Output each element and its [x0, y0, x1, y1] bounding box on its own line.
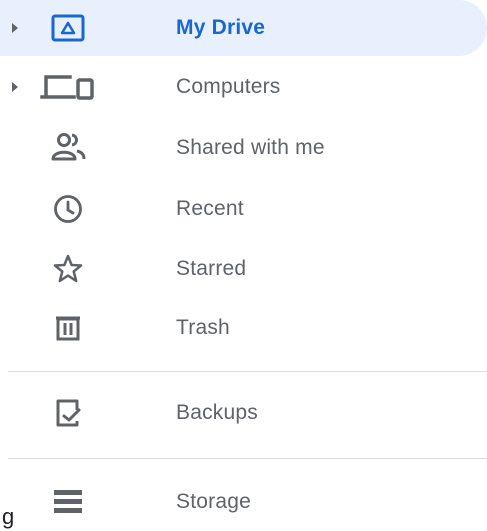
drive-sidebar: My Drive Computers Shared with me Recent… [0, 0, 487, 531]
sidebar-item-storage[interactable]: Storage [0, 474, 487, 530]
sidebar-item-label: Backups [176, 401, 258, 424]
expand-arrow-icon[interactable] [8, 77, 22, 97]
clock-icon [48, 189, 88, 229]
sidebar-item-trash[interactable]: Trash [0, 300, 487, 356]
sidebar-item-label: My Drive [176, 16, 266, 39]
sidebar-item-label: Recent [176, 197, 244, 220]
sidebar-item-label: Computers [176, 75, 281, 98]
backups-icon [48, 393, 88, 433]
shared-with-me-icon [48, 128, 88, 168]
star-icon [48, 249, 88, 289]
sidebar-item-label: Storage [176, 490, 251, 513]
computers-icon [36, 67, 116, 107]
sidebar-item-backups[interactable]: Backups [0, 385, 487, 441]
sidebar-item-recent[interactable]: Recent [0, 181, 487, 237]
sidebar-item-starred[interactable]: Starred [0, 241, 487, 297]
trash-icon [48, 308, 88, 348]
sidebar-item-shared-with-me[interactable]: Shared with me [0, 120, 487, 176]
sidebar-item-my-drive[interactable]: My Drive [0, 0, 487, 56]
sidebar-item-label: Trash [176, 316, 230, 339]
divider [8, 371, 487, 372]
sidebar-item-label: Starred [176, 257, 247, 280]
my-drive-icon [48, 8, 88, 48]
storage-icon [48, 482, 88, 522]
expand-arrow-icon[interactable] [8, 18, 22, 38]
clipped-text: g [2, 504, 15, 529]
divider [8, 458, 487, 459]
sidebar-item-label: Shared with me [176, 136, 325, 159]
sidebar-item-computers[interactable]: Computers [0, 59, 487, 115]
